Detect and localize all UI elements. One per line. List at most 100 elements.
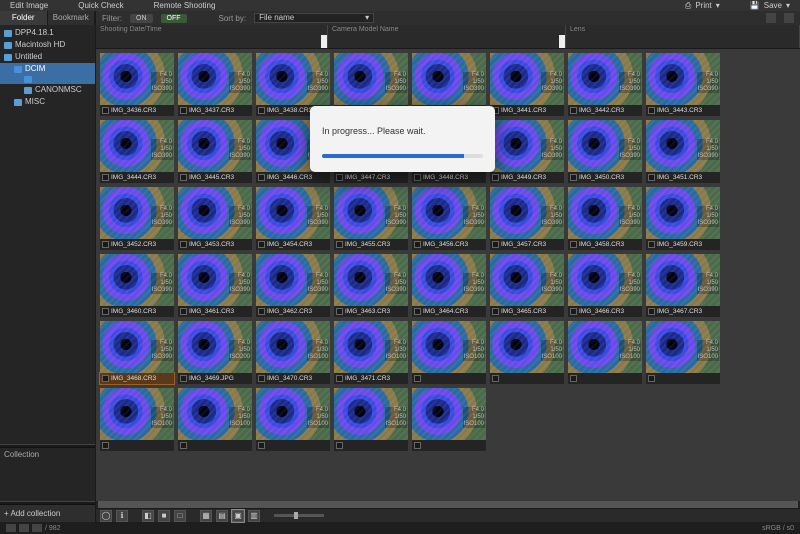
thumbnail[interactable]: F4.01/50ISO390IMG_3436.CR3: [100, 53, 174, 116]
thumbnail[interactable]: F4.01/50ISO100: [646, 321, 720, 384]
folder-node[interactable]: Macintosh HD: [0, 39, 95, 51]
thumbnail-checkbox[interactable]: [648, 308, 655, 315]
thumbnail-checkbox[interactable]: [102, 442, 109, 449]
folder-node[interactable]: MISC: [0, 96, 95, 108]
print-button[interactable]: ⎙ Print ▾: [685, 1, 720, 11]
thumbnail-checkbox[interactable]: [180, 308, 187, 315]
thumbnail[interactable]: F4.01/50ISO390IMG_3452.CR3: [100, 187, 174, 250]
thumbnail[interactable]: F4.01/50ISO390IMG_3457.CR3: [490, 187, 564, 250]
thumbnail-checkbox[interactable]: [102, 308, 109, 315]
thumbnail[interactable]: F4.01/50ISO390IMG_3462.CR3: [256, 254, 330, 317]
thumbnail[interactable]: F4.01/50ISO100: [334, 388, 408, 451]
folder-node[interactable]: Untitled: [0, 51, 95, 63]
thumbnail-checkbox[interactable]: [414, 375, 421, 382]
thumbnail-checkbox[interactable]: [102, 241, 109, 248]
menu-quick-check[interactable]: Quick Check: [78, 1, 123, 10]
thumbnail[interactable]: F4.01/50ISO100: [100, 388, 174, 451]
statusbar-icon[interactable]: [6, 524, 16, 532]
thumbnail-checkbox[interactable]: [180, 174, 187, 181]
thumbnail-checkbox[interactable]: [414, 442, 421, 449]
folder-node[interactable]: DCIM: [0, 63, 95, 75]
thumbnail-size-slider[interactable]: [274, 514, 324, 517]
thumbnail-checkbox[interactable]: [336, 241, 343, 248]
thumbnail-checkbox[interactable]: [102, 174, 109, 181]
thumbnail-checkbox[interactable]: [492, 174, 499, 181]
thumbnail[interactable]: F4.01/50ISO390IMG_3437.CR3: [178, 53, 252, 116]
thumbnail[interactable]: F4.01/50ISO390IMG_3466.CR3: [568, 254, 642, 317]
thumbnail-checkbox[interactable]: [258, 107, 265, 114]
sort-handle[interactable]: [321, 35, 327, 48]
thumbnail[interactable]: F4.01/50ISO390IMG_3453.CR3: [178, 187, 252, 250]
thumbnail[interactable]: F4.01/50ISO390IMG_3444.CR3: [100, 120, 174, 183]
thumbnail[interactable]: F4.01/50ISO390IMG_3443.CR3: [646, 53, 720, 116]
thumbnail[interactable]: F4.01/50ISO390IMG_3458.CR3: [568, 187, 642, 250]
thumbnail[interactable]: F4.01/50ISO390IMG_3454.CR3: [256, 187, 330, 250]
thumbnail[interactable]: F4.01/50ISO390IMG_3442.CR3: [568, 53, 642, 116]
col-lens[interactable]: Lens: [566, 25, 800, 35]
thumbnail[interactable]: F4.01/50ISO100: [490, 321, 564, 384]
thumbnail-checkbox[interactable]: [180, 442, 187, 449]
thumbnail[interactable]: F4.01/50ISO390IMG_3441.CR3: [490, 53, 564, 116]
view-mode-button[interactable]: ▦: [200, 510, 212, 522]
menu-remote-shooting[interactable]: Remote Shooting: [154, 1, 216, 10]
rating-button[interactable]: ◧: [142, 510, 154, 522]
thumbnail-checkbox[interactable]: [336, 375, 343, 382]
thumbnail[interactable]: F4.01/50ISO100: [178, 388, 252, 451]
thumbnail-checkbox[interactable]: [414, 241, 421, 248]
filter-on-button[interactable]: ON: [130, 14, 153, 23]
thumbnail[interactable]: F4.01/50ISO390IMG_3455.CR3: [334, 187, 408, 250]
menu-edit-image[interactable]: Edit Image: [10, 1, 48, 10]
thumbnail-checkbox[interactable]: [414, 308, 421, 315]
toolbar-icon[interactable]: [766, 13, 776, 23]
thumbnail-checkbox[interactable]: [180, 107, 187, 114]
thumbnail-checkbox[interactable]: [258, 442, 265, 449]
tab-bookmark[interactable]: Bookmark: [48, 11, 96, 25]
thumbnail[interactable]: F4.01/50ISO390IMG_3449.CR3: [490, 120, 564, 183]
thumbnail-checkbox[interactable]: [336, 442, 343, 449]
thumbnail-checkbox[interactable]: [570, 241, 577, 248]
tab-folder[interactable]: Folder: [0, 11, 48, 25]
thumbnail[interactable]: F4.01/50ISO390IMG_3464.CR3: [412, 254, 486, 317]
thumbnail-checkbox[interactable]: [258, 241, 265, 248]
thumbnail-checkbox[interactable]: [570, 174, 577, 181]
thumbnail[interactable]: F4.01/50ISO390IMG_3461.CR3: [178, 254, 252, 317]
thumbnail-checkbox[interactable]: [258, 308, 265, 315]
col-camera-model[interactable]: Camera Model Name: [328, 25, 566, 35]
thumbnail[interactable]: F4.01/50ISO100: [412, 388, 486, 451]
folder-node[interactable]: DPP4.18.1: [0, 27, 95, 39]
thumbnail-checkbox[interactable]: [492, 241, 499, 248]
thumbnail[interactable]: F4.01/50ISO100: [568, 321, 642, 384]
view-mode-button[interactable]: ▤: [216, 510, 228, 522]
thumbnail[interactable]: F4.01/50ISO390IMG_3460.CR3: [100, 254, 174, 317]
add-collection-button[interactable]: + Add collection: [0, 505, 95, 522]
thumbnail-checkbox[interactable]: [258, 375, 265, 382]
thumbnail[interactable]: F4.01/50ISO390IMG_3465.CR3: [490, 254, 564, 317]
thumbnail[interactable]: F4.01/50ISO100: [256, 388, 330, 451]
thumbnail-checkbox[interactable]: [180, 241, 187, 248]
thumbnail[interactable]: F4.01/50ISO390IMG_3456.CR3: [412, 187, 486, 250]
folder-node[interactable]: CANONMSC: [0, 84, 95, 96]
thumbnail[interactable]: F4.01/50ISO390IMG_3450.CR3: [568, 120, 642, 183]
thumbnail-checkbox[interactable]: [648, 375, 655, 382]
statusbar-icon[interactable]: [19, 524, 29, 532]
thumbnail-checkbox[interactable]: [492, 375, 499, 382]
rating-button[interactable]: ■: [158, 510, 170, 522]
thumbnail[interactable]: F4.01/30ISO100IMG_3470.CR3: [256, 321, 330, 384]
save-button[interactable]: 💾 Save ▾: [750, 1, 790, 10]
thumbnail[interactable]: F4.01/50ISO200IMG_3469.JPG: [178, 321, 252, 384]
thumbnail-checkbox[interactable]: [492, 308, 499, 315]
thumbnail[interactable]: F4.01/50ISO100: [412, 321, 486, 384]
thumbnail[interactable]: F4.01/50ISO390IMG_3459.CR3: [646, 187, 720, 250]
col-shooting-date[interactable]: Shooting Date/Time: [96, 25, 328, 35]
thumbnail-checkbox[interactable]: [570, 107, 577, 114]
thumbnail-checkbox[interactable]: [414, 174, 421, 181]
thumbnail-checkbox[interactable]: [102, 107, 109, 114]
thumbnail-checkbox[interactable]: [570, 375, 577, 382]
info-button[interactable]: ℹ: [116, 510, 128, 522]
toolbar-icon[interactable]: [784, 13, 794, 23]
view-mode-button[interactable]: ▣: [232, 510, 244, 522]
thumbnail-checkbox[interactable]: [570, 308, 577, 315]
thumbnail-checkbox[interactable]: [102, 375, 109, 382]
select-all-button[interactable]: ◯: [100, 510, 112, 522]
rating-button[interactable]: □: [174, 510, 186, 522]
